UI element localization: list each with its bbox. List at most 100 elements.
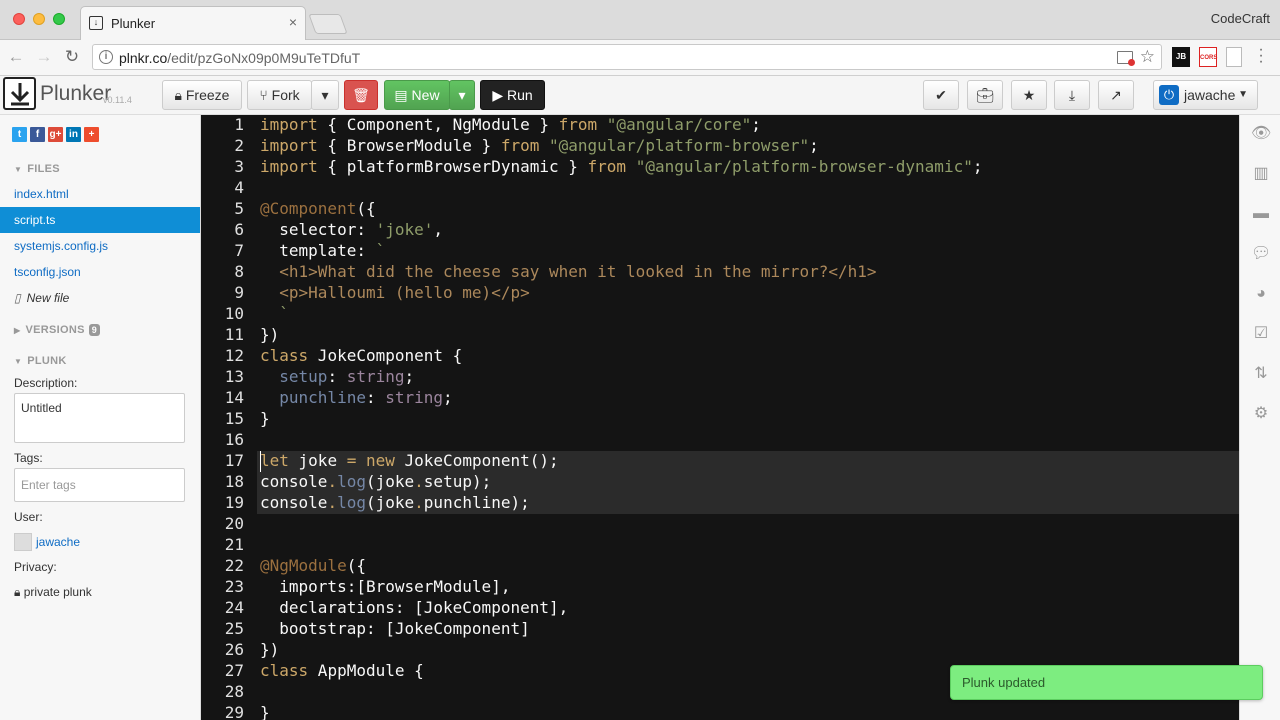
code-line[interactable]: }	[260, 703, 270, 720]
new-tab-button[interactable]	[308, 14, 348, 34]
briefcase-icon: 💼︎	[976, 87, 994, 103]
eye-icon[interactable]: 👁︎	[1251, 124, 1271, 144]
description-textarea[interactable]: Untitled	[14, 393, 185, 443]
trash-icon: 🗑︎	[352, 87, 370, 103]
line-number: 13	[224, 367, 244, 386]
window-minimize-button[interactable]	[33, 13, 45, 25]
run-button[interactable]: ▶ Run	[480, 80, 545, 110]
book-icon[interactable]: ▥	[1251, 164, 1271, 184]
right-tool-rail: 👁︎ ▥ ▬ 💬︎ ◕ ☑ ⇅ ⚙	[1239, 115, 1280, 720]
browser-menu-icon[interactable]: · · ·	[1258, 42, 1264, 70]
fork-dropdown-button[interactable]: ▾	[311, 80, 339, 110]
check-button[interactable]: ✔	[923, 80, 959, 110]
browser-tab[interactable]: ↓ Plunker ×	[80, 6, 306, 40]
file-item[interactable]: tsconfig.json	[0, 259, 200, 285]
code-line[interactable]: setup: string;	[260, 367, 414, 386]
reload-icon[interactable]: ↻	[62, 47, 82, 67]
files-section-header[interactable]: ▼ FILES	[14, 163, 60, 175]
code-line[interactable]: })	[260, 325, 279, 344]
code-line[interactable]: @Component({	[260, 199, 376, 218]
linkedin-icon[interactable]: in	[66, 127, 81, 142]
code-line[interactable]: import { BrowserModule } from "@angular/…	[260, 136, 819, 155]
code-line[interactable]: `	[260, 304, 289, 323]
retweet-icon[interactable]: ⇅	[1251, 364, 1271, 384]
code-line[interactable]: template: `	[260, 241, 385, 260]
dashboard-icon[interactable]: ◕	[1251, 284, 1271, 304]
window-maximize-button[interactable]	[53, 13, 65, 25]
url-input[interactable]: i plnkr.co/edit/pzGoNx09p0M9uTeTDfuT ☆	[92, 44, 1162, 70]
popup-blocked-icon[interactable]	[1117, 51, 1135, 66]
file-item[interactable]: index.html	[0, 181, 200, 207]
bookmark-star-icon[interactable]: ☆	[1140, 47, 1155, 67]
new-dropdown-button[interactable]: ▾	[449, 80, 475, 110]
versions-section-header[interactable]: ▶ VERSIONS 9	[14, 324, 101, 336]
code-line[interactable]: selector: 'joke',	[260, 220, 443, 239]
file-item-active[interactable]: script.ts	[0, 207, 200, 233]
code-line[interactable]: declarations: [JokeComponent],	[260, 598, 568, 617]
user-menu-button[interactable]: ⏻ jawache ▼	[1153, 80, 1258, 110]
code-line[interactable]: @NgModule({	[260, 556, 366, 575]
code-line[interactable]: import { platformBrowserDynamic } from "…	[260, 157, 982, 176]
versions-count-badge: 9	[88, 324, 101, 336]
code-line[interactable]: import { Component, NgModule } from "@an…	[260, 115, 761, 134]
new-label: New	[411, 87, 440, 103]
url-text[interactable]: plnkr.co/edit/pzGoNx09p0M9uTeTDfuT	[119, 50, 360, 66]
checkbox-icon[interactable]: ☑	[1251, 324, 1271, 344]
code-line[interactable]: <p>Halloumi (hello me)</p>	[260, 283, 529, 302]
new-file-button[interactable]: ▯ New file	[0, 285, 200, 311]
download-button[interactable]: ⤓	[1054, 80, 1090, 110]
window-close-button[interactable]	[13, 13, 25, 25]
fork-button[interactable]: ⑂ Fork	[247, 80, 312, 110]
google-plus-icon[interactable]: g+	[48, 127, 63, 142]
line-number: 23	[224, 577, 244, 596]
caret-right-icon: ▶	[14, 326, 21, 335]
code-line[interactable]: }	[260, 409, 270, 428]
tags-input[interactable]: Enter tags	[14, 468, 185, 502]
gear-icon[interactable]: ⚙	[1251, 404, 1271, 424]
freeze-button[interactable]: 🔒︎ Freeze	[162, 80, 242, 110]
plunker-logo-icon[interactable]	[3, 77, 36, 110]
back-arrow-icon[interactable]: ←	[6, 47, 26, 67]
code-editor[interactable]: 1 2 3 4 5 6 7 8 9 10 11 12 13 14 15 16 17 18 19 20 21 22 23 24 2…	[201, 115, 1239, 720]
file-item[interactable]: systemjs.config.js	[0, 233, 200, 259]
facebook-icon[interactable]: f	[30, 127, 45, 142]
code-line[interactable]: class JokeComponent {	[260, 346, 462, 365]
line-number: 12	[224, 346, 244, 365]
versions-heading: VERSIONS	[25, 324, 85, 336]
line-number-gutter: 1 2 3 4 5 6 7 8 9 10 11 12 13 14 15 16 17 18 19 20 21 22 23 24 2…	[201, 115, 257, 720]
user-link[interactable]: jawache	[36, 535, 80, 549]
browser-profile-name[interactable]: CodeCraft	[1211, 11, 1270, 26]
plunk-section-header[interactable]: ▼ PLUNK	[14, 355, 67, 367]
code-line[interactable]: punchline: string;	[260, 388, 452, 407]
twitter-icon[interactable]: t	[12, 127, 27, 142]
comments-icon[interactable]: 💬︎	[1251, 244, 1271, 264]
cors-extension-icon[interactable]: CORS	[1199, 47, 1217, 67]
packages-button[interactable]: 💼︎	[967, 80, 1003, 110]
code-line[interactable]: console.log(joke.setup);	[260, 472, 491, 491]
privacy-text: private plunk	[23, 585, 92, 599]
code-line[interactable]: <h1>What did the cheese say when it look…	[260, 262, 876, 281]
plunker-logo-text[interactable]: Plunker	[40, 82, 111, 106]
line-number: 25	[224, 619, 244, 638]
new-button[interactable]: ▤ New	[384, 80, 450, 110]
privacy-value: 🔒︎ private plunk	[14, 585, 92, 600]
star-button[interactable]: ★	[1011, 80, 1047, 110]
share-plus-icon[interactable]: +	[84, 127, 99, 142]
toast-notification[interactable]: Plunk updated	[950, 665, 1263, 700]
blank-extension-icon[interactable]	[1226, 47, 1242, 67]
code-line[interactable]: console.log(joke.punchline);	[260, 493, 530, 512]
site-info-icon[interactable]: i	[99, 50, 113, 64]
jetbrains-extension-icon[interactable]: JB	[1172, 47, 1190, 67]
code-line[interactable]: bootstrap: [JokeComponent]	[260, 619, 529, 638]
code-line[interactable]: })	[260, 640, 279, 659]
forward-arrow-icon[interactable]: →	[34, 47, 54, 67]
code-line[interactable]: let joke = new JokeComponent();	[260, 451, 559, 470]
line-number: 8	[234, 262, 244, 281]
delete-button[interactable]: 🗑︎	[344, 80, 378, 110]
code-line[interactable]: class AppModule {	[260, 661, 424, 680]
code-line[interactable]: imports:[BrowserModule],	[260, 577, 510, 596]
open-external-button[interactable]: ↗	[1098, 80, 1134, 110]
briefcase-icon[interactable]: ▬	[1251, 204, 1271, 224]
browser-tab-close-icon[interactable]: ×	[289, 14, 297, 30]
lock-icon: 🔒︎	[14, 585, 21, 599]
